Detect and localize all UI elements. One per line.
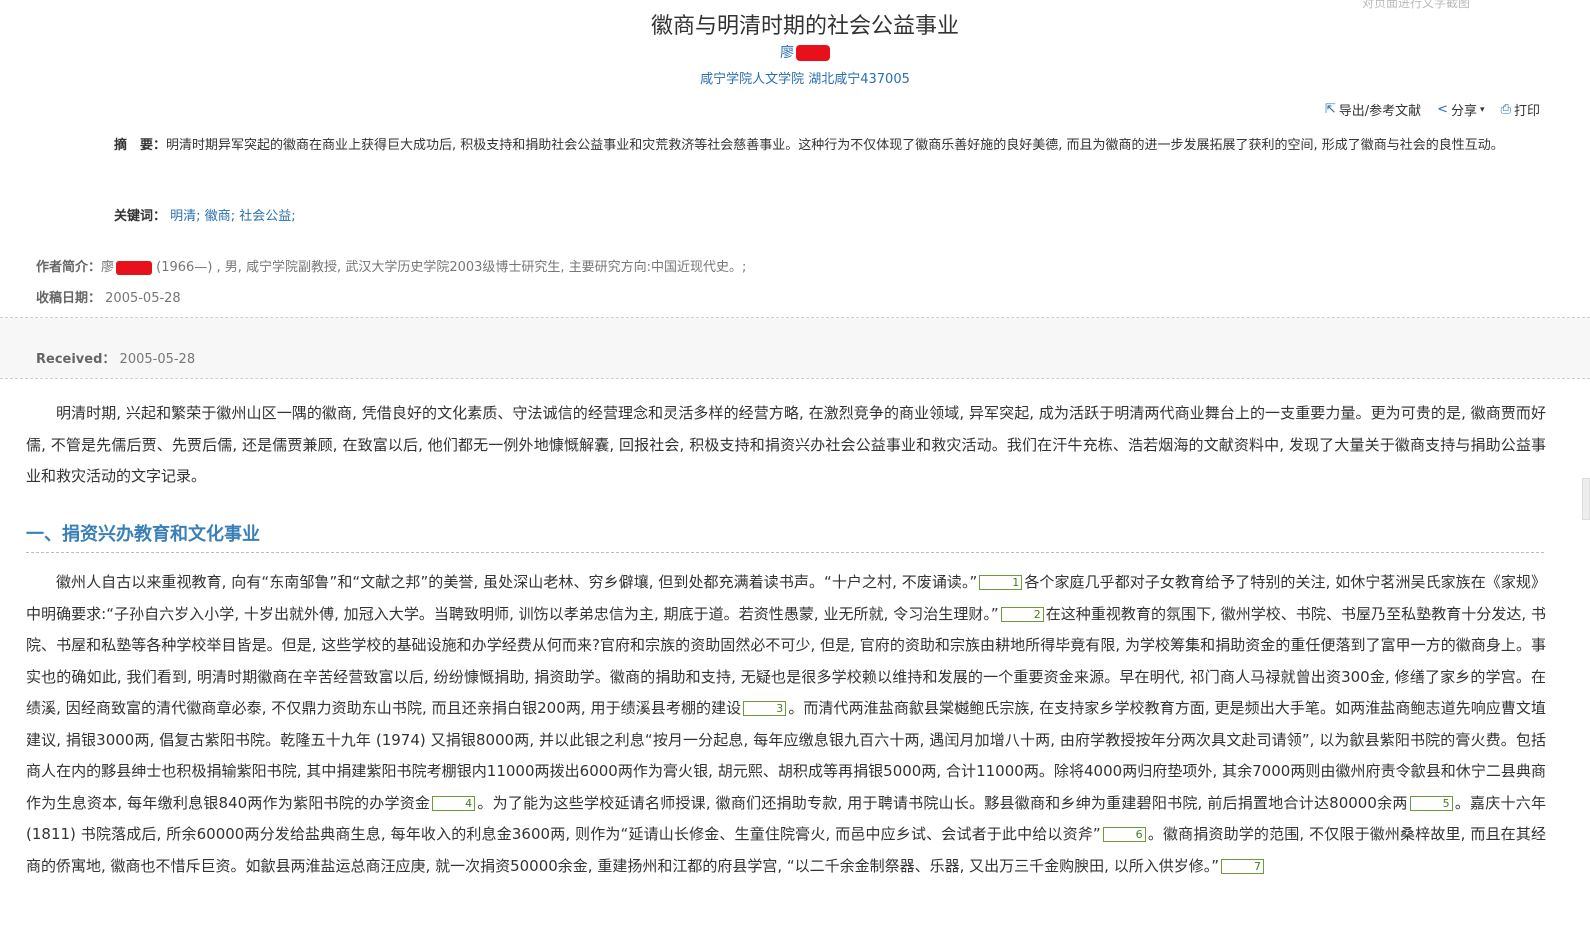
received-en-label: Received：: [36, 352, 116, 367]
export-icon: ⇱: [1324, 102, 1336, 117]
footnote-ref[interactable]: 1: [979, 575, 1023, 590]
footnote-ref[interactable]: 6: [1102, 827, 1146, 842]
chevron-down-icon: ▾: [1480, 104, 1485, 115]
keyword-link[interactable]: 社会公益;: [239, 209, 295, 224]
export-label: 导出/参考文献: [1338, 104, 1422, 119]
footnote-ref[interactable]: 3: [743, 701, 787, 716]
paragraph-segment: 徽州人自古以来重视教育, 向有“东南邹鲁”和“文献之邦”的美誉, 虽处深山老林、…: [56, 573, 978, 591]
scroll-handle[interactable]: [1582, 478, 1590, 520]
author-bio-label: 作者简介：: [36, 260, 102, 275]
abstract-text: 明清时期异军突起的徽商在商业上获得巨大成功后, 积极支持和捐助社会公益事业和灾荒…: [166, 138, 1504, 153]
received-date-label: 收稿日期：: [36, 291, 102, 306]
export-button[interactable]: ⇱ 导出/参考文献: [1325, 100, 1421, 119]
footnote-ref[interactable]: 7: [1220, 858, 1264, 874]
print-button[interactable]: ⎙ 打印: [1501, 100, 1540, 119]
received-date-en: Received： 2005-05-28: [36, 348, 195, 367]
footnote-ref[interactable]: 5: [1409, 795, 1453, 811]
divider: [0, 378, 1590, 379]
heading-divider: [26, 552, 1544, 553]
print-label: 打印: [1513, 104, 1540, 119]
paragraph-segment: 。为了能为这些学校延请名师授课, 徽商们还捐助专款, 用于聘请书院山长。黟县徽商…: [477, 793, 1408, 812]
article-title: 徽商与明清时期的社会公益事业: [650, 14, 959, 39]
redaction-mark: [116, 260, 153, 275]
author-bio-text: (1966—) , 男, 咸宁学院副教授, 武汉大学历史学院2003级博士研究生…: [156, 260, 747, 275]
share-icon: <: [1437, 102, 1449, 117]
section-heading: 一、捐资兴办教育和文化事业: [26, 524, 260, 545]
received-date-cn: 收稿日期： 2005-05-28: [36, 287, 181, 306]
footnote-ref[interactable]: 4: [432, 795, 476, 811]
footnote-ref[interactable]: 2: [1000, 606, 1044, 622]
author-bio: 作者简介：廖 (1966—) , 男, 咸宁学院副教授, 武汉大学历史学院200…: [36, 256, 746, 275]
author-name[interactable]: 廖: [780, 45, 794, 61]
keywords: 关键词： 明清; 徽商; 社会公益;: [114, 205, 296, 224]
author-line: 廖: [0, 42, 1590, 62]
author-bio-name: 廖: [101, 260, 115, 275]
received-date-value: 2005-05-28: [105, 291, 181, 306]
keyword-link[interactable]: 明清;: [170, 209, 200, 224]
share-label: 分享: [1451, 104, 1478, 119]
intro-paragraph: 明清时期, 兴起和繁荣于徽州山区一隅的徽商, 凭借良好的文化素质、守法诚信的经营…: [26, 404, 1546, 485]
keywords-label: 关键词：: [114, 209, 167, 224]
share-button[interactable]: < 分享 ▾: [1437, 100, 1484, 119]
received-band: [0, 318, 1590, 378]
abstract: 摘 要：明清时期异军突起的徽商在商业上获得巨大成功后, 积极支持和捐助社会公益事…: [36, 130, 1541, 162]
abstract-label: 摘 要：: [114, 138, 167, 153]
keyword-link[interactable]: 徽商;: [205, 209, 235, 224]
received-en-value: 2005-05-28: [119, 352, 196, 367]
article-toolbar: ⇱ 导出/参考文献 < 分享 ▾ ⎙ 打印: [1325, 100, 1540, 119]
body-paragraph: 徽州人自古以来重视教育, 向有“东南邹鲁”和“文献之邦”的美誉, 虽处深山老林、…: [26, 567, 1546, 882]
print-icon: ⎙: [1500, 102, 1511, 117]
redaction-mark: [796, 45, 830, 61]
author-affiliation[interactable]: 咸宁学院人文学院 湖北咸宁437005: [0, 68, 1590, 87]
